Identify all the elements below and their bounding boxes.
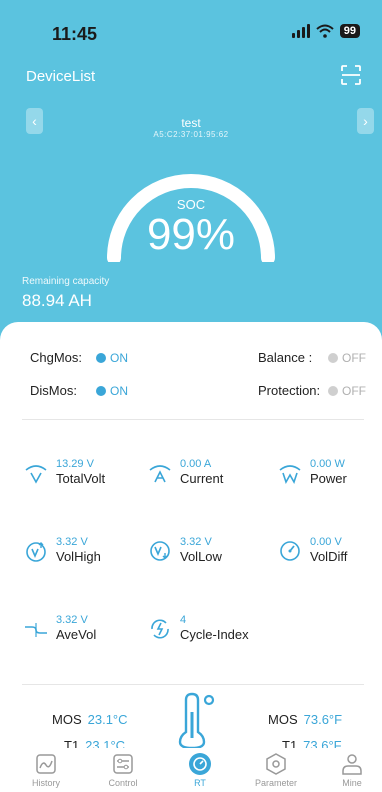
metric-power: 0.00 W Power <box>278 458 347 487</box>
tab-control[interactable]: Control <box>93 748 153 788</box>
metric-name: VolDiff <box>310 549 348 564</box>
tab-label: History <box>31 778 60 788</box>
toggle-dot-icon <box>328 385 338 396</box>
metric-value: 0.00 A <box>180 458 212 470</box>
metric-value: 3.32 V <box>56 536 88 548</box>
remaining-capacity-value: 88.94 AH <box>22 291 92 310</box>
toggle-dot-icon <box>96 385 106 396</box>
metric-name: Current <box>180 471 224 486</box>
toggle-dot-icon <box>96 352 106 363</box>
device-list-link[interactable]: DeviceList <box>26 68 95 85</box>
dismos-label: DisMos: <box>30 383 77 398</box>
protection-label: Protection: <box>258 383 321 398</box>
temp-label: MOS <box>268 712 298 727</box>
tab-label: Parameter <box>254 778 298 788</box>
tab-parameter[interactable]: Parameter <box>246 748 306 788</box>
dismos-switch[interactable]: DisMos: ON <box>30 383 128 398</box>
vollow-icon <box>150 540 170 561</box>
metric-name: AveVol <box>56 627 97 642</box>
balance-state: OFF <box>342 350 366 365</box>
metric-volhigh: 3.32 V VolHigh <box>24 536 101 565</box>
wifi-icon <box>316 24 334 38</box>
dismos-state: ON <box>110 383 128 398</box>
metric-value: 0.00 V <box>310 536 342 548</box>
toggle-dot-icon <box>328 352 338 363</box>
power-icon <box>279 464 301 484</box>
parameter-icon <box>266 753 286 775</box>
tab-bar: History Control RT Parameter Mine <box>0 748 382 792</box>
chgmos-state: ON <box>110 350 128 365</box>
battery-icon: 99 <box>339 24 360 38</box>
metric-name: VolHigh <box>56 549 101 564</box>
metric-cycle-index: 4 Cycle-Index <box>148 614 249 643</box>
status-time: 11:45 <box>52 24 98 44</box>
metric-totalvolt: 13.29 V TotalVolt <box>24 458 105 487</box>
tab-history[interactable]: History <box>16 748 76 788</box>
status-icons: 99 <box>291 24 360 38</box>
temp-value: 23.1°C <box>87 712 128 727</box>
metric-value: 3.32 V <box>56 614 88 626</box>
metric-avevol: 3.32 V AveVol <box>24 614 96 643</box>
metric-value: 4 <box>180 614 187 626</box>
metric-value: 3.32 V <box>180 536 212 548</box>
balance-switch[interactable]: Balance : OFF <box>258 350 366 365</box>
tab-rt[interactable]: RT <box>170 748 230 788</box>
cycle-index-icon <box>151 618 169 639</box>
metric-current: 0.00 A Current <box>148 458 223 487</box>
voldiff-icon <box>280 540 300 561</box>
protection-state: OFF <box>342 383 366 398</box>
metric-value: 0.00 W <box>310 458 345 470</box>
temp-row: MOS 23.1°C <box>52 712 128 727</box>
temp-value: 73.6°F <box>303 712 343 727</box>
divider <box>22 684 364 685</box>
avevol-icon <box>25 622 47 637</box>
metric-name: VolLow <box>180 549 222 564</box>
header: 11:45 99 DeviceList ‹ › test A5:C2:37:01… <box>0 0 382 345</box>
metric-name: TotalVolt <box>56 471 106 486</box>
totalvolt-icon <box>25 464 47 484</box>
signal-icon <box>291 24 310 38</box>
chgmos-label: ChgMos: <box>30 350 83 365</box>
mine-icon <box>342 754 362 775</box>
temp-label: MOS <box>52 712 82 727</box>
balance-label: Balance : <box>258 350 313 365</box>
metric-voldiff: 0.00 V VolDiff <box>278 536 347 565</box>
tab-label: Control <box>108 778 138 788</box>
metric-vollow: 3.32 V VolLow <box>148 536 222 565</box>
tab-mine[interactable]: Mine <box>322 748 382 788</box>
device-name: test <box>181 116 201 130</box>
tab-label: Mine <box>342 778 362 788</box>
chgmos-switch[interactable]: ChgMos: ON <box>30 350 128 365</box>
device-mac: A5:C2:37:01:95:62 <box>153 130 229 139</box>
divider <box>22 419 364 420</box>
thermometer-icon <box>178 692 215 748</box>
current-icon <box>149 464 171 482</box>
protection-switch[interactable]: Protection: OFF <box>258 383 366 398</box>
tab-label: RT <box>194 778 206 788</box>
remaining-capacity-label: Remaining capacity <box>22 276 110 287</box>
history-icon <box>36 754 56 774</box>
volhigh-icon <box>26 541 46 562</box>
metric-name: Power <box>310 471 347 486</box>
metric-name: Cycle-Index <box>180 627 249 642</box>
soc-value: 99% <box>146 210 236 259</box>
metric-value: 13.29 V <box>56 458 94 470</box>
temp-row: MOS 73.6°F <box>268 712 342 727</box>
rt-icon <box>189 753 211 775</box>
control-icon <box>113 754 133 774</box>
scan-icon[interactable] <box>340 64 362 86</box>
